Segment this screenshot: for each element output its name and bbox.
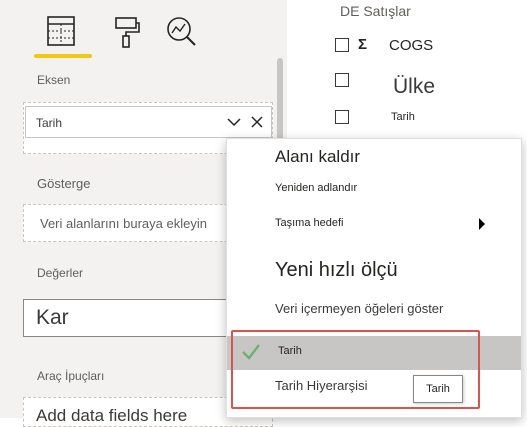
tooltips-placeholder: Add data fields here: [36, 406, 188, 425]
fields-table-icon[interactable]: [44, 14, 78, 50]
legend-section-label: Gösterge: [37, 176, 91, 191]
field-checkbox-cogs[interactable]: [335, 38, 349, 52]
menu-item-rename[interactable]: Yeniden adlandır: [275, 182, 357, 194]
menu-item-move-to[interactable]: Taşıma hedefi: [275, 217, 343, 229]
menu-item-new-quick-measure[interactable]: Yeni hızlı ölçü: [275, 259, 398, 282]
field-checkbox-ulke[interactable]: [335, 73, 349, 87]
menu-item-remove-field[interactable]: Alanı kaldır: [275, 147, 360, 167]
field-name-tarih[interactable]: Tarih: [391, 111, 415, 123]
close-icon[interactable]: [249, 114, 265, 130]
field-name-ulke[interactable]: Ülke: [393, 75, 435, 99]
chevron-down-icon[interactable]: [226, 114, 242, 130]
values-field-label: Kar: [36, 306, 69, 329]
sigma-icon: Σ: [358, 36, 368, 53]
axis-field-label: Tarih: [36, 116, 63, 130]
field-checkbox-tarih[interactable]: [335, 110, 349, 124]
values-section-label: Değerler: [37, 266, 84, 280]
axis-field-chip[interactable]: Tarih: [25, 106, 272, 138]
table-name[interactable]: DE Satışlar: [340, 3, 411, 19]
menu-item-show-items-no-data[interactable]: Veri içermeyen öğeleri göster: [275, 301, 443, 316]
submenu-arrow-icon: [479, 218, 485, 230]
legend-placeholder: Veri alanlarını buraya ekleyin: [40, 216, 207, 231]
axis-section-label: Eksen: [37, 73, 71, 87]
analytics-magnifier-icon[interactable]: [164, 14, 198, 50]
format-paint-roller-icon[interactable]: [108, 14, 142, 50]
tooltip: Tarih: [413, 375, 463, 403]
tooltips-section-label: Araç İpuçları: [37, 369, 105, 383]
field-name-cogs[interactable]: COGS: [389, 37, 433, 54]
active-tab-indicator: [34, 54, 92, 58]
